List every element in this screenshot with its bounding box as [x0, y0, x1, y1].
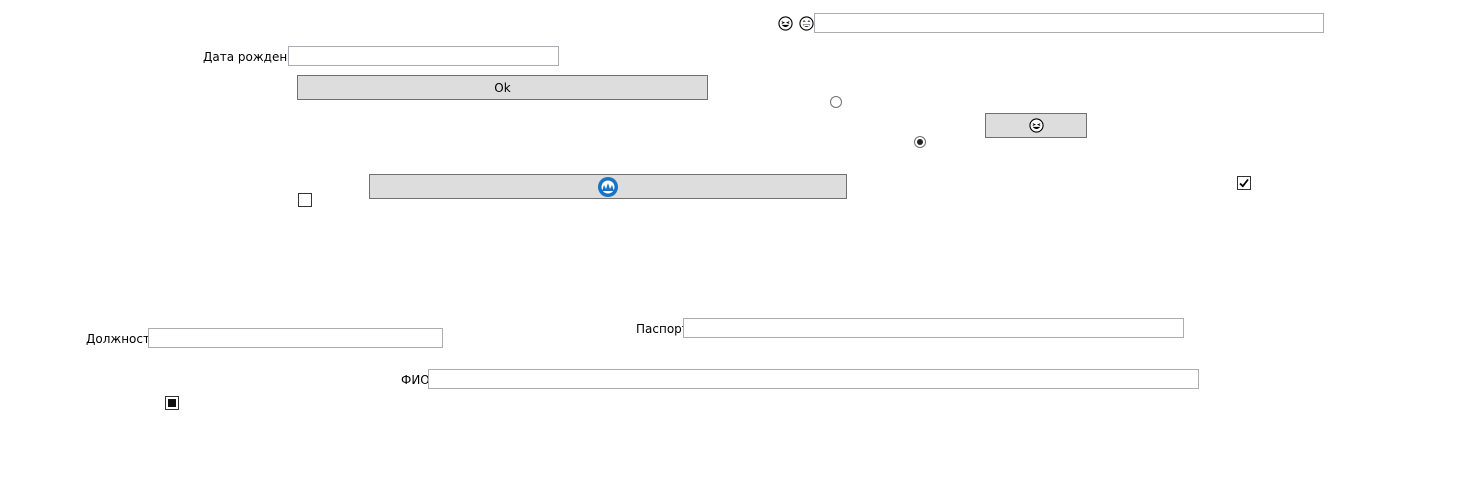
fio-input[interactable]: [428, 369, 1199, 389]
checkmark-icon: [1239, 178, 1249, 188]
smile-icon: [799, 16, 814, 31]
checkbox-1[interactable]: [298, 193, 312, 207]
checkbox-3[interactable]: [165, 396, 179, 410]
radio-2[interactable]: [914, 136, 926, 148]
radio-2-selected-dot: [917, 139, 923, 145]
top-text-input[interactable]: [814, 13, 1324, 33]
checkbox-3-indeterminate-fill: [168, 399, 176, 407]
ok-button[interactable]: Ok: [297, 75, 708, 100]
position-input[interactable]: [148, 328, 443, 348]
grinning-squint-icon: [1028, 118, 1044, 133]
position-label: Должность: [86, 332, 158, 346]
passport-label: Паспорт: [636, 322, 689, 336]
icon-button[interactable]: [369, 174, 847, 199]
blue-round-icon: [598, 176, 618, 197]
radio-1[interactable]: [830, 96, 842, 108]
grinning-squint-icon: [778, 16, 793, 31]
passport-input[interactable]: [683, 318, 1184, 338]
birthdate-input[interactable]: [288, 46, 559, 66]
fio-label: ФИО: [401, 373, 430, 387]
emoji-button[interactable]: [985, 113, 1087, 138]
checkbox-2[interactable]: [1237, 176, 1251, 190]
